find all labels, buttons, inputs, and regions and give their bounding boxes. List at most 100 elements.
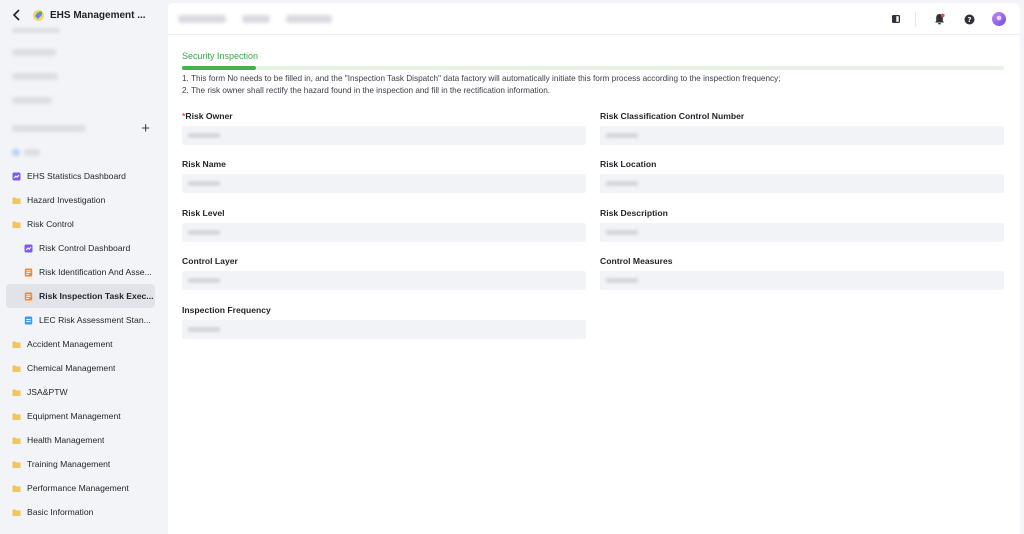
form-notes: 1. This form No needs to be filled in, a… bbox=[182, 73, 1004, 96]
sidebar-item-label: Chemical Management bbox=[27, 363, 116, 373]
sidebar-item-label: Performance Management bbox=[27, 483, 129, 493]
blurred-subtitle bbox=[12, 28, 60, 33]
risk-name-field: Risk Name bbox=[182, 159, 586, 193]
panel-toggle-icon[interactable] bbox=[889, 12, 903, 26]
sidebar-item[interactable]: Basic Information bbox=[0, 500, 166, 524]
blurred-nav-item[interactable] bbox=[0, 140, 166, 164]
sidebar-item[interactable]: EHS Statistics Dashboard bbox=[0, 164, 166, 188]
sidebar-item[interactable]: Performance Management bbox=[0, 476, 166, 500]
help-icon[interactable]: ? bbox=[962, 12, 976, 26]
main-panel: ? Security Inspection 1. This form No ne… bbox=[168, 3, 1020, 534]
control-layer-field: Control Layer bbox=[182, 256, 586, 290]
risk-classification-input[interactable] bbox=[600, 126, 1004, 145]
risk-classification-field: Risk Classification Control Number bbox=[600, 111, 1004, 145]
toolbar-icons: ? bbox=[873, 12, 1006, 26]
inspection-frequency-field: Inspection Frequency bbox=[182, 305, 586, 339]
control-measures-field: Control Measures bbox=[600, 256, 1004, 290]
app-logo-icon bbox=[32, 9, 45, 22]
control-measures-label: Control Measures bbox=[600, 256, 673, 266]
sidebar-item-label: Basic Information bbox=[27, 507, 94, 517]
inspection-frequency-input[interactable] bbox=[182, 320, 586, 339]
risk-owner-input[interactable] bbox=[182, 126, 586, 145]
sidebar-item[interactable]: JSA&PTW bbox=[0, 380, 166, 404]
sidebar-item-label: Risk Inspection Task Exec... bbox=[39, 291, 154, 301]
toolbar-divider bbox=[915, 12, 916, 26]
risk-description-field: Risk Description bbox=[600, 208, 1004, 242]
risk-description-input[interactable] bbox=[600, 223, 1004, 242]
folder-icon bbox=[12, 508, 21, 517]
sidebar-item[interactable]: LEC Risk Assessment Stan... bbox=[0, 308, 166, 332]
folder-icon bbox=[12, 412, 21, 421]
control-measures-input[interactable] bbox=[600, 271, 1004, 290]
sidebar-item-label: Equipment Management bbox=[27, 411, 121, 421]
folder-icon bbox=[12, 460, 21, 469]
sidebar-item-label: Hazard Investigation bbox=[27, 195, 106, 205]
tab-progress-track bbox=[182, 66, 1004, 70]
folder-icon bbox=[12, 436, 21, 445]
risk-location-label: Risk Location bbox=[600, 159, 657, 169]
risk-owner-label: *Risk Owner bbox=[182, 111, 233, 121]
risk-location-input[interactable] bbox=[600, 174, 1004, 193]
sidebar-item[interactable]: Equipment Management bbox=[0, 404, 166, 428]
dashboard-icon bbox=[24, 244, 33, 253]
risk-level-input[interactable] bbox=[182, 223, 586, 242]
risk-description-label: Risk Description bbox=[600, 208, 668, 218]
sidebar: EHS Management ... + EHS Statistics Dash… bbox=[0, 0, 166, 534]
sidebar-item-label: Accident Management bbox=[27, 339, 113, 349]
tab-progress-fill bbox=[182, 66, 256, 70]
blurred-section-title bbox=[12, 124, 86, 132]
sidebar-item-label: Health Management bbox=[27, 435, 105, 445]
tab-security-inspection[interactable]: Security Inspection bbox=[182, 51, 1004, 61]
form-area: Security Inspection 1. This form No need… bbox=[182, 51, 1004, 339]
risk-classification-label: Risk Classification Control Number bbox=[600, 111, 745, 121]
folder-icon bbox=[12, 196, 21, 205]
blurred-breadcrumb[interactable] bbox=[178, 14, 226, 23]
blurred-nav-item[interactable] bbox=[0, 88, 166, 112]
risk-level-field: Risk Level bbox=[182, 208, 586, 242]
sidebar-item[interactable]: Training Management bbox=[0, 452, 166, 476]
svg-text:?: ? bbox=[967, 16, 971, 24]
form-icon bbox=[24, 268, 33, 277]
sidebar-item-label: JSA&PTW bbox=[27, 387, 68, 397]
user-avatar-icon[interactable] bbox=[992, 12, 1006, 26]
folder-icon bbox=[12, 388, 21, 397]
risk-location-field: Risk Location bbox=[600, 159, 1004, 193]
top-toolbar: ? bbox=[168, 3, 1020, 35]
blurred-nav-item[interactable] bbox=[0, 64, 166, 88]
sidebar-header: EHS Management ... bbox=[0, 0, 166, 30]
risk-name-input[interactable] bbox=[182, 174, 586, 193]
sidebar-item-label: Training Management bbox=[27, 459, 111, 469]
sidebar-item-label: LEC Risk Assessment Stan... bbox=[39, 315, 151, 325]
blurred-breadcrumb[interactable] bbox=[286, 14, 332, 23]
sidebar-section-header: + bbox=[0, 116, 166, 140]
blurred-breadcrumb[interactable] bbox=[242, 14, 270, 23]
app-title: EHS Management ... bbox=[50, 9, 146, 21]
form-note: 2. The risk owner shall rectify the haza… bbox=[182, 85, 551, 95]
inspection-frequency-label: Inspection Frequency bbox=[182, 305, 271, 315]
risk-level-label: Risk Level bbox=[182, 208, 225, 218]
form-note: 1. This form No needs to be filled in, a… bbox=[182, 74, 781, 83]
folder-icon bbox=[12, 364, 21, 373]
risk-name-label: Risk Name bbox=[182, 159, 226, 169]
add-icon[interactable]: + bbox=[141, 121, 150, 136]
sidebar-item[interactable]: Risk Control bbox=[0, 212, 166, 236]
back-arrow-icon[interactable] bbox=[10, 8, 24, 22]
sidebar-nav: EHS Statistics Dashboard Hazard Investiga… bbox=[0, 164, 166, 524]
sidebar-item[interactable]: Risk Control Dashboard bbox=[0, 236, 166, 260]
sidebar-item[interactable]: Risk Identification And Asse... bbox=[0, 260, 166, 284]
sidebar-item-label: EHS Statistics Dashboard bbox=[27, 171, 126, 181]
sidebar-item[interactable]: Accident Management bbox=[0, 332, 166, 356]
folder-icon bbox=[12, 340, 21, 349]
sidebar-item[interactable]: Chemical Management bbox=[0, 356, 166, 380]
notification-bell-icon[interactable] bbox=[932, 12, 946, 26]
control-layer-input[interactable] bbox=[182, 271, 586, 290]
sidebar-item-label: Risk Identification And Asse... bbox=[39, 267, 152, 277]
sidebar-item[interactable]: Health Management bbox=[0, 428, 166, 452]
sidebar-item[interactable]: Hazard Investigation bbox=[0, 188, 166, 212]
folder-icon bbox=[12, 484, 21, 493]
dashboard-icon bbox=[12, 172, 21, 181]
blurred-nav-item[interactable] bbox=[0, 40, 166, 64]
folder-icon bbox=[12, 220, 21, 229]
sidebar-item[interactable]: Risk Inspection Task Exec... bbox=[6, 284, 155, 308]
form-icon bbox=[24, 292, 33, 301]
